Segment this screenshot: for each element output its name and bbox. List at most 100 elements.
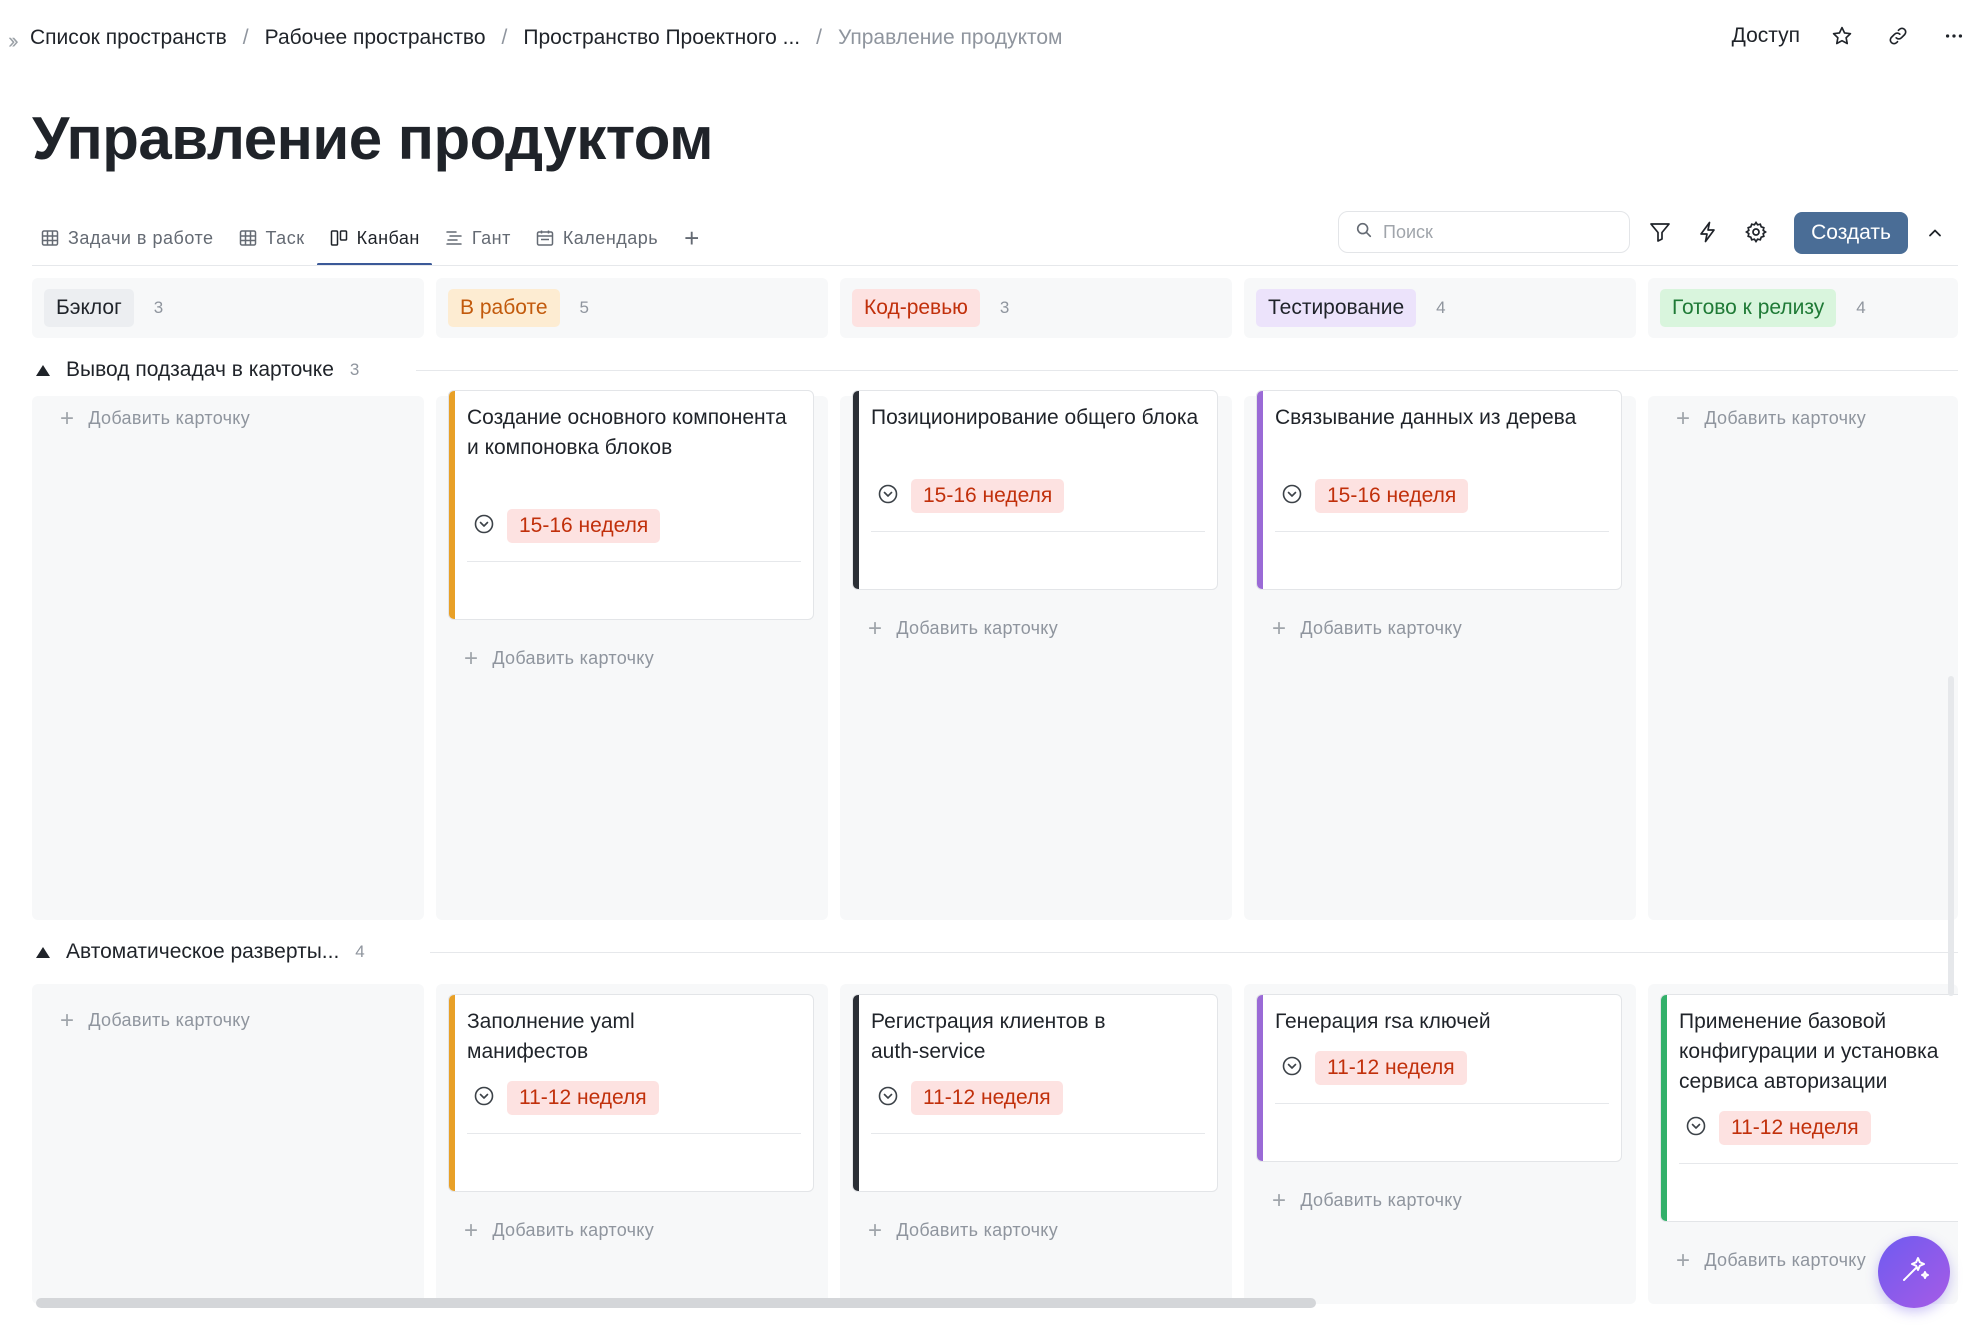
- tab-calendar[interactable]: Календарь: [523, 210, 670, 266]
- task-card[interactable]: Создание основного компонента и компонов…: [448, 390, 814, 620]
- vertical-scrollbar[interactable]: [1948, 676, 1954, 996]
- add-view-button[interactable]: +: [684, 210, 699, 266]
- plus-icon: +: [464, 1216, 479, 1244]
- card-divider: [871, 1133, 1205, 1134]
- card-title: Позиционирование общего блока: [871, 406, 1199, 429]
- ai-assistant-button[interactable]: [1878, 1236, 1950, 1308]
- add-card-button[interactable]: + Добавить карточку: [464, 646, 654, 670]
- card-sprint-row: 15-16 неделя: [877, 479, 1065, 513]
- card-divider: [1275, 1103, 1609, 1104]
- expand-sidebar-icon[interactable]: ››: [8, 28, 30, 54]
- column-header-code-review[interactable]: Код-ревью 3: [840, 278, 1232, 338]
- column-count: 4: [1856, 298, 1866, 317]
- add-card-button[interactable]: + Добавить карточку: [60, 406, 250, 430]
- breadcrumb-separator: /: [816, 26, 822, 49]
- tab-gantt[interactable]: Гант: [432, 210, 523, 266]
- dropdown-circle-icon: [1685, 1115, 1707, 1142]
- star-icon[interactable]: [1828, 22, 1856, 50]
- more-icon[interactable]: [1940, 22, 1968, 50]
- card-sprint-row: 15-16 неделя: [473, 509, 661, 543]
- add-card-label: Добавить карточку: [492, 648, 654, 668]
- add-card-button[interactable]: + Добавить карточку: [868, 1218, 1058, 1242]
- header-actions: Доступ: [1732, 22, 1968, 50]
- view-tabs: Задачи в работе Таск Канбан Гант Календа…: [32, 210, 699, 266]
- task-card[interactable]: Позиционирование общего блока 15-16 неде…: [852, 390, 1218, 590]
- swimlane-header[interactable]: Автоматическое разверты... 4: [36, 940, 365, 964]
- search-input[interactable]: [1383, 221, 1603, 243]
- horizontal-scrollbar[interactable]: [36, 1298, 1316, 1308]
- card-sprint-row: 11-12 неделя: [473, 1081, 659, 1115]
- add-card-label: Добавить карточку: [896, 1220, 1058, 1240]
- swimlane-divider: [416, 370, 1958, 371]
- breadcrumb-item-project-space[interactable]: Пространство Проектного ...: [523, 26, 800, 50]
- dropdown-circle-icon: [473, 1085, 495, 1112]
- card-divider: [467, 1133, 801, 1134]
- card-sprint-row: 11-12 неделя: [877, 1081, 1063, 1115]
- filter-icon[interactable]: [1644, 216, 1676, 248]
- column-count: 3: [999, 298, 1010, 317]
- breadcrumb-item-spaces[interactable]: Список пространств: [30, 26, 227, 50]
- task-card[interactable]: Заполнение yaml манифестов 11-12 неделя: [448, 994, 814, 1192]
- collapse-triangle-icon: [36, 946, 50, 958]
- card-accent-bar: [1257, 995, 1263, 1161]
- add-card-button[interactable]: + Добавить карточку: [1676, 406, 1866, 430]
- column-header-in-progress[interactable]: В работе 5: [436, 278, 828, 338]
- breadcrumb-separator: /: [242, 26, 249, 49]
- add-card-button[interactable]: + Добавить карточку: [464, 1216, 654, 1244]
- add-card-button[interactable]: + Добавить карточку: [1272, 614, 1462, 642]
- add-card-button[interactable]: + Добавить карточку: [1676, 1248, 1866, 1272]
- add-card-button[interactable]: + Добавить карточку: [1272, 1186, 1462, 1214]
- tabs-divider: [32, 265, 1958, 266]
- add-card-label: Добавить карточку: [1704, 408, 1866, 428]
- add-card-label: Добавить карточку: [1300, 618, 1462, 638]
- plus-icon: +: [60, 1006, 75, 1034]
- column-header-testing[interactable]: Тестирование 4: [1244, 278, 1636, 338]
- card-divider: [1679, 1163, 1958, 1164]
- breadcrumb-separator: /: [501, 26, 508, 49]
- top-bar: ›› Список пространств / Рабочее простран…: [0, 0, 1978, 80]
- column-title: Бэклог: [44, 289, 134, 327]
- search-icon: [1355, 221, 1373, 244]
- add-card-label: Добавить карточку: [1704, 1250, 1866, 1270]
- card-accent-bar: [1661, 995, 1667, 1221]
- chevron-up-icon[interactable]: [1920, 218, 1950, 248]
- card-accent-bar: [449, 995, 455, 1191]
- card-divider: [871, 531, 1205, 532]
- tab-kanban[interactable]: Канбан: [316, 210, 433, 266]
- add-card-button[interactable]: + Добавить карточку: [868, 616, 1058, 640]
- card-title: Заполнение yaml манифестов: [467, 1010, 635, 1063]
- add-card-button[interactable]: + Добавить карточку: [60, 1006, 250, 1034]
- tab-label: Таск: [265, 227, 305, 248]
- automation-icon[interactable]: [1692, 216, 1724, 248]
- sprint-tag: 11-12 неделя: [1315, 1051, 1467, 1085]
- task-card[interactable]: Генерация rsa ключей 11-12 неделя: [1256, 994, 1622, 1162]
- swimlane-title: Вывод подзадач в карточке: [66, 358, 334, 381]
- plus-icon: +: [1272, 1186, 1287, 1214]
- settings-icon[interactable]: [1740, 216, 1772, 248]
- breadcrumb-item-workspace[interactable]: Рабочее пространство: [265, 26, 486, 50]
- task-card[interactable]: Регистрация клиентов в auth-service 11-1…: [852, 994, 1218, 1192]
- dropdown-circle-icon: [473, 513, 495, 540]
- tab-task[interactable]: Таск: [226, 210, 317, 266]
- add-card-label: Добавить карточку: [1300, 1190, 1462, 1210]
- link-icon[interactable]: [1884, 22, 1912, 50]
- swimlane-count: 3: [349, 360, 360, 379]
- tab-tasks-in-progress[interactable]: Задачи в работе: [32, 210, 226, 266]
- card-accent-bar: [449, 391, 455, 619]
- create-button[interactable]: Создать: [1794, 212, 1908, 254]
- sprint-tag: 15-16 неделя: [1315, 479, 1469, 513]
- swimlane-title: Автоматическое разверты...: [66, 940, 340, 963]
- column-header-release[interactable]: Готово к релизу 4: [1648, 278, 1958, 338]
- task-card[interactable]: Применение базовой конфигурации и устано…: [1660, 994, 1958, 1222]
- card-title: Создание основного компонента и компонов…: [467, 406, 787, 459]
- swimlane-header[interactable]: Вывод подзадач в карточке 3: [36, 358, 359, 382]
- card-title: Генерация rsa ключей: [1275, 1010, 1491, 1033]
- column-backlog-area: [32, 984, 424, 1304]
- card-accent-bar: [1257, 391, 1263, 589]
- task-card[interactable]: Связывание данных из дерева 15-16 неделя: [1256, 390, 1622, 590]
- column-header-backlog[interactable]: Бэклог 3: [32, 278, 424, 338]
- access-button[interactable]: Доступ: [1732, 24, 1800, 48]
- dropdown-circle-icon: [877, 1085, 899, 1112]
- plus-icon: +: [1272, 614, 1287, 642]
- sprint-tag: 15-16 неделя: [507, 509, 661, 543]
